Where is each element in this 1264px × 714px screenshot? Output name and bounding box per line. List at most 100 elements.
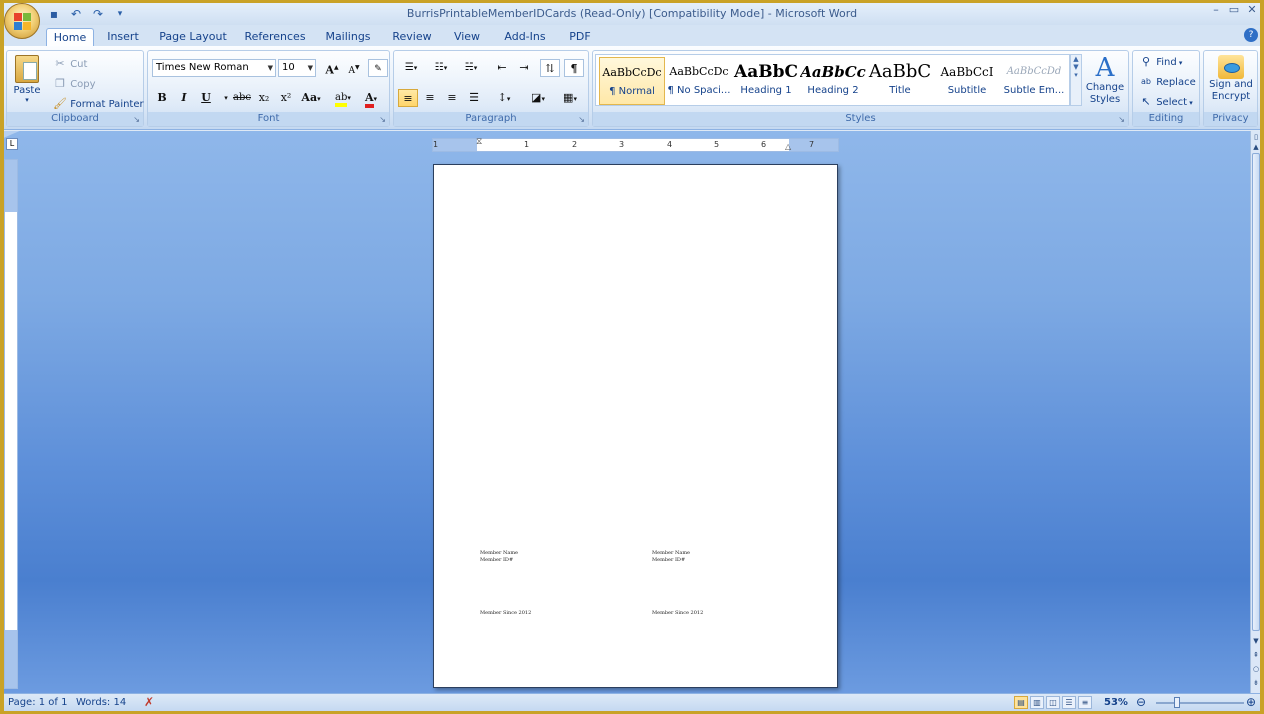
brush-icon: 🖌 <box>53 97 67 110</box>
select-button[interactable]: ↖ Select ▾ <box>1139 95 1192 109</box>
scroll-down-icon[interactable]: ▼ <box>1251 637 1260 645</box>
tab-view[interactable]: View <box>450 28 484 47</box>
style-no-spacing[interactable]: AaBbCcDc ¶ No Spaci... <box>666 57 732 105</box>
tab-insert[interactable]: Insert <box>102 28 144 47</box>
help-icon[interactable]: ? <box>1244 28 1258 42</box>
style-normal[interactable]: AaBbCcDc ¶ Normal <box>599 57 665 105</box>
zoom-out-icon[interactable]: ⊖ <box>1136 695 1146 709</box>
web-layout-icon[interactable]: ◫ <box>1046 696 1060 709</box>
word-count[interactable]: Words: 14 <box>76 697 126 708</box>
tab-review[interactable]: Review <box>390 28 434 47</box>
zoom-in-icon[interactable]: ⊕ <box>1246 695 1256 709</box>
paste-button[interactable]: Paste ▾ <box>13 55 41 104</box>
format-painter-button[interactable]: 🖌 Format Painter <box>53 97 144 111</box>
styles-gallery-scroll[interactable]: ▲ ▼ ▾ <box>1070 54 1082 106</box>
paragraph-launcher-icon[interactable]: ↘ <box>578 115 585 124</box>
prev-page-icon[interactable]: ⇞ <box>1251 651 1260 659</box>
sign-encrypt-button[interactable]: Sign and Encrypt <box>1206 55 1256 103</box>
right-indent-marker-icon[interactable]: △ <box>785 142 791 151</box>
maximize-button[interactable]: ▭ <box>1228 3 1240 16</box>
align-right-button[interactable]: ≡ <box>442 89 462 107</box>
justify-button[interactable]: ☰ <box>464 89 484 107</box>
shading-button[interactable]: ◪▾ <box>524 89 552 107</box>
style-subtle-emphasis[interactable]: AaBbCcDd Subtle Em... <box>1001 57 1067 105</box>
clear-formatting-icon[interactable]: ✎ <box>368 59 388 77</box>
vertical-ruler[interactable] <box>4 159 18 689</box>
member-name-label: Member Name <box>480 550 519 556</box>
print-layout-view-icon[interactable]: ▤ <box>1014 696 1028 709</box>
tab-references[interactable]: References <box>242 28 308 47</box>
highlight-button[interactable]: ab▾ <box>330 89 356 107</box>
zoom-slider-track[interactable] <box>1156 702 1244 704</box>
full-screen-reading-icon[interactable]: ▥ <box>1030 696 1044 709</box>
tab-home[interactable]: Home <box>46 28 94 47</box>
sort-icon[interactable]: ⇅ <box>540 59 560 77</box>
style-subtitle[interactable]: AaBbCcI Subtitle <box>934 57 1000 105</box>
zoom-level[interactable]: 53% <box>1104 697 1128 708</box>
indent-marker-icon[interactable]: ⧖ <box>476 137 482 147</box>
styles-gallery: AaBbCcDc ¶ Normal AaBbCcDc ¶ No Spaci...… <box>595 54 1070 106</box>
vertical-scrollbar[interactable]: ▯ ▲ ▼ ⇞ ○ ⇟ <box>1250 131 1260 693</box>
style-title[interactable]: AaBbC Title <box>867 57 933 105</box>
proofing-icon[interactable]: ✗ <box>144 695 154 709</box>
document-page[interactable]: Member Name Member ID# Member Since 2012… <box>433 164 838 688</box>
style-heading-2[interactable]: AaBbCc Heading 2 <box>800 57 866 105</box>
find-button[interactable]: ⚲ Find ▾ <box>1139 55 1182 69</box>
superscript-button[interactable]: x² <box>276 89 296 107</box>
show-marks-button[interactable]: ¶ <box>564 59 584 77</box>
copy-icon: ❐ <box>55 77 65 90</box>
draft-view-icon[interactable]: ≡ <box>1078 696 1092 709</box>
close-button[interactable]: ✕ <box>1246 3 1258 16</box>
sign-encrypt-icon <box>1218 55 1244 79</box>
subscript-button[interactable]: x₂ <box>254 89 274 107</box>
zoom-slider-thumb[interactable] <box>1174 697 1180 708</box>
multilevel-list-button[interactable]: ☵▾ <box>458 59 484 77</box>
member-card-left: Member Name Member ID# <box>480 550 518 564</box>
styles-launcher-icon[interactable]: ↘ <box>1118 115 1125 124</box>
bold-button[interactable]: B <box>152 89 172 107</box>
align-left-button[interactable]: ≡ <box>398 89 418 107</box>
borders-button[interactable]: ▦▾ <box>556 89 584 107</box>
next-page-icon[interactable]: ⇟ <box>1251 679 1260 687</box>
line-spacing-button[interactable]: ↕▾ <box>490 89 518 107</box>
tab-page-layout[interactable]: Page Layout <box>158 28 228 47</box>
bullets-button[interactable]: ☰▾ <box>398 59 424 77</box>
increase-indent-icon[interactable]: ⇥ <box>514 59 534 77</box>
scrollbar-thumb[interactable] <box>1252 153 1260 631</box>
paste-dropdown-icon[interactable]: ▾ <box>13 96 41 104</box>
underline-button[interactable]: U <box>196 89 216 107</box>
copy-button[interactable]: ❐ Copy <box>53 77 96 91</box>
tab-mailings[interactable]: Mailings <box>322 28 374 47</box>
font-color-button[interactable]: A▾ <box>358 89 384 108</box>
shrink-font-button[interactable]: A▼ <box>344 59 364 77</box>
align-center-button[interactable]: ≡ <box>420 89 440 107</box>
tab-selector-icon[interactable]: L <box>6 138 18 150</box>
tab-pdf[interactable]: PDF <box>564 28 596 47</box>
decrease-indent-icon[interactable]: ⇤ <box>492 59 512 77</box>
strikethrough-button[interactable]: abc <box>230 89 254 107</box>
numbering-button[interactable]: ☷▾ <box>428 59 454 77</box>
change-case-button[interactable]: Aa▾ <box>298 89 324 107</box>
ruler-toggle-icon[interactable]: ▯ <box>1251 133 1260 141</box>
office-button[interactable] <box>4 3 40 39</box>
style-heading-1[interactable]: AaBbC Heading 1 <box>733 57 799 105</box>
font-size-combo[interactable]: 10 ▼ <box>278 59 316 77</box>
clipboard-launcher-icon[interactable]: ↘ <box>133 115 140 124</box>
font-group-label: Font <box>148 112 389 126</box>
grow-font-button[interactable]: A▲ <box>322 59 342 77</box>
browse-object-icon[interactable]: ○ <box>1251 665 1260 673</box>
scroll-up-icon[interactable]: ▲ <box>1251 143 1260 151</box>
font-launcher-icon[interactable]: ↘ <box>379 115 386 124</box>
horizontal-ruler[interactable]: 1 1 2 3 4 5 6 7 ⧖ △ <box>432 137 839 152</box>
font-name-combo[interactable]: Times New Roman ▼ <box>152 59 276 77</box>
page-count[interactable]: Page: 1 of 1 <box>8 697 67 708</box>
chevron-down-icon: ▼ <box>267 64 273 72</box>
change-styles-button[interactable]: A Change Styles <box>1084 54 1126 106</box>
cut-button[interactable]: ✂ Cut <box>53 57 87 71</box>
outline-view-icon[interactable]: ☰ <box>1062 696 1076 709</box>
replace-button[interactable]: ab Replace <box>1139 75 1196 89</box>
tab-add-ins[interactable]: Add-Ins <box>500 28 550 47</box>
italic-button[interactable]: I <box>174 89 194 107</box>
minimize-button[interactable]: – <box>1210 3 1222 16</box>
status-bar: Page: 1 of 1 Words: 14 ✗ ▤ ▥ ◫ ☰ ≡ 53% ⊖… <box>4 693 1260 711</box>
